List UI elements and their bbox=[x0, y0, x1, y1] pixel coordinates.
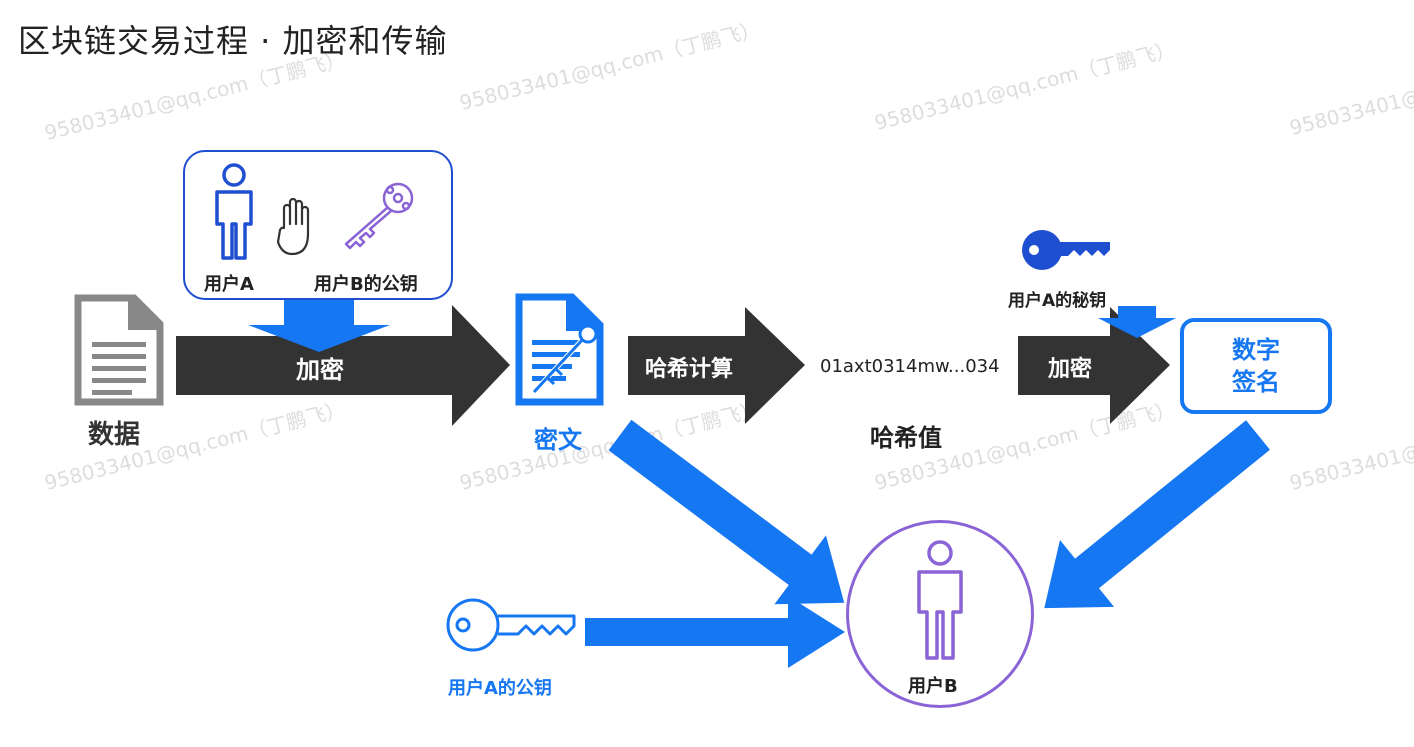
privkey-down-arrow bbox=[1098, 306, 1176, 338]
data-label: 数据 bbox=[88, 420, 141, 450]
cipher-to-userb-arrow bbox=[608, 419, 845, 605]
signature-line2: 签名 bbox=[1232, 368, 1280, 396]
signature-line1: 数字 bbox=[1232, 336, 1280, 364]
user-b-pubkey-label: 用户B的公钥 bbox=[314, 274, 418, 295]
ciphertext-icon bbox=[515, 293, 604, 406]
pubkey-to-userb-arrow bbox=[585, 596, 845, 668]
sig-to-userb-arrow bbox=[1044, 420, 1270, 609]
key-icon bbox=[446, 598, 576, 652]
encrypt-label-2: 加密 bbox=[1048, 357, 1093, 382]
hash-text: 01axt0314mw...034 bbox=[820, 356, 1000, 377]
person-icon bbox=[215, 163, 253, 260]
user-a-privkey-label: 用户A的秘钥 bbox=[1008, 291, 1107, 311]
hash-value-label: 哈希值 bbox=[870, 424, 942, 452]
person-icon bbox=[917, 540, 963, 660]
key-icon bbox=[1022, 230, 1110, 270]
hand-icon bbox=[276, 197, 310, 256]
signature-box: 数字 签名 bbox=[1180, 318, 1332, 414]
user-b-label: 用户B bbox=[908, 676, 958, 697]
ciphertext-label: 密文 bbox=[534, 426, 582, 454]
hash-calc-label: 哈希计算 bbox=[645, 357, 734, 382]
key-icon bbox=[344, 182, 414, 250]
document-icon bbox=[74, 294, 164, 406]
encrypt-label-1: 加密 bbox=[296, 356, 344, 384]
user-a-label: 用户A bbox=[204, 274, 254, 295]
user-a-pubkey-label: 用户A的公钥 bbox=[448, 678, 552, 699]
